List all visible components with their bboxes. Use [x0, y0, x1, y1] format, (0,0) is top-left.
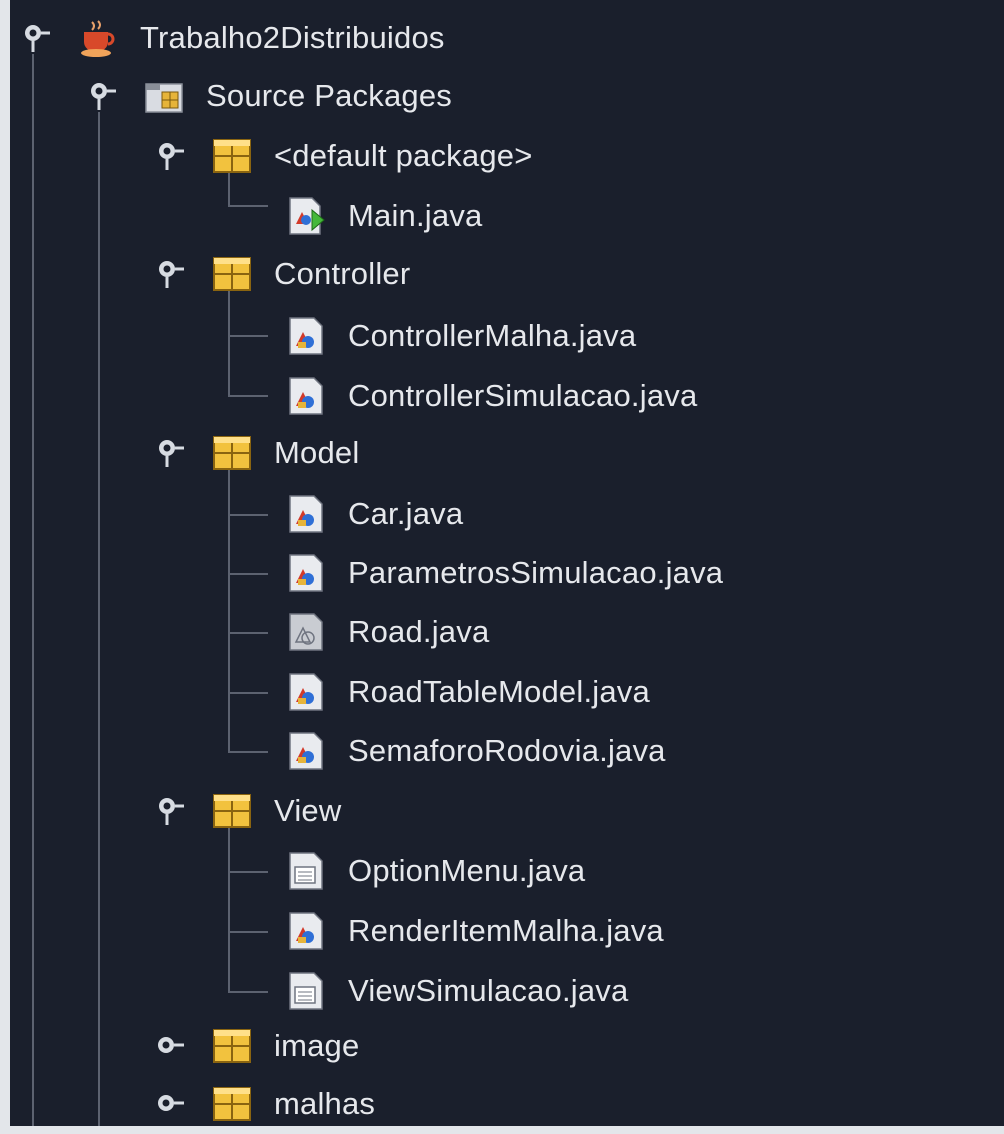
expand-handle-icon[interactable] [154, 1088, 184, 1118]
java-form-icon [289, 972, 323, 1010]
file-label: Main.java [348, 198, 483, 233]
tree-node-file[interactable]: RoadTableModel.java [286, 664, 650, 720]
tree-connector [228, 751, 268, 753]
package-icon [213, 139, 251, 173]
tree-node-file[interactable]: SemaforoRodovia.java [286, 723, 666, 779]
file-label: OptionMenu.java [348, 853, 586, 888]
package-icon [213, 794, 251, 828]
tree-node-project[interactable]: Trabalho2Distribuidos [78, 10, 445, 66]
java-class-icon [289, 495, 323, 533]
tree-connector [228, 991, 268, 993]
package-label: malhas [274, 1086, 376, 1121]
java-class-gray-icon [289, 613, 323, 651]
file-label: ViewSimulacao.java [348, 973, 629, 1008]
collapse-handle-icon[interactable] [154, 258, 184, 288]
file-label: Car.java [348, 496, 464, 531]
tree-node-package[interactable]: Controller [212, 246, 410, 302]
package-label: Model [274, 435, 360, 470]
package-label: image [274, 1028, 360, 1063]
collapse-handle-icon[interactable] [154, 437, 184, 467]
source-packages-folder-icon [145, 83, 183, 113]
collapse-handle-icon[interactable] [154, 795, 184, 825]
tree-guide-line [98, 112, 100, 1126]
java-class-icon [289, 732, 323, 770]
collapse-handle-icon[interactable] [20, 22, 50, 52]
source-packages-label: Source Packages [206, 78, 452, 113]
tree-connector [228, 514, 268, 516]
java-class-icon [289, 673, 323, 711]
package-icon [213, 1087, 251, 1121]
file-label: RenderItemMalha.java [348, 913, 664, 948]
tree-node-package[interactable]: malhas [212, 1076, 375, 1126]
java-main-class-icon [289, 197, 325, 235]
tree-connector [228, 871, 268, 873]
package-icon [213, 1029, 251, 1063]
package-icon [213, 436, 251, 470]
tree-guide-line [228, 826, 230, 992]
tree-node-file[interactable]: ControllerMalha.java [286, 308, 636, 364]
package-icon [213, 257, 251, 291]
tree-node-file[interactable]: ControllerSimulacao.java [286, 368, 697, 424]
file-label: RoadTableModel.java [348, 674, 650, 709]
file-label: SemaforoRodovia.java [348, 733, 666, 768]
java-class-icon [289, 912, 323, 950]
tree-connector [228, 205, 268, 207]
tree-node-package[interactable]: <default package> [212, 128, 533, 184]
java-class-icon [289, 554, 323, 592]
tree-node-file[interactable]: ViewSimulacao.java [286, 963, 628, 1019]
java-form-icon [289, 852, 323, 890]
tree-node-package[interactable]: View [212, 783, 341, 839]
file-label: ParametrosSimulacao.java [348, 555, 724, 590]
tree-guide-line [228, 468, 230, 752]
tree-node-file[interactable]: Car.java [286, 486, 463, 542]
java-class-icon [289, 377, 323, 415]
tree-guide-line [32, 54, 34, 1126]
file-label: Road.java [348, 614, 490, 649]
tree-node-file[interactable]: Main.java [286, 188, 482, 244]
tree-guide-line [228, 290, 230, 396]
file-label: ControllerMalha.java [348, 318, 637, 353]
tree-node-source-packages[interactable]: Source Packages [144, 68, 452, 124]
collapse-handle-icon[interactable] [86, 80, 116, 110]
tree-connector [228, 573, 268, 575]
tree-node-file[interactable]: RenderItemMalha.java [286, 903, 664, 959]
package-label: <default package> [274, 138, 533, 173]
java-project-cup-icon [81, 20, 115, 57]
tree-node-file[interactable]: Road.java [286, 604, 489, 660]
tree-connector [228, 931, 268, 933]
project-tree: Trabalho2Distribuidos Source Packages <d… [10, 0, 1004, 1126]
package-label: View [274, 793, 342, 828]
tree-connector [228, 335, 268, 337]
package-label: Controller [274, 256, 411, 291]
tree-node-package[interactable]: image [212, 1018, 359, 1074]
tree-connector [228, 395, 268, 397]
java-class-icon [289, 317, 323, 355]
tree-node-file[interactable]: ParametrosSimulacao.java [286, 545, 723, 601]
collapse-handle-icon[interactable] [154, 140, 184, 170]
expand-handle-icon[interactable] [154, 1030, 184, 1060]
tree-connector [228, 632, 268, 634]
tree-connector [228, 692, 268, 694]
tree-node-package[interactable]: Model [212, 425, 359, 481]
file-label: ControllerSimulacao.java [348, 378, 698, 413]
tree-node-file[interactable]: OptionMenu.java [286, 843, 585, 899]
project-label: Trabalho2Distribuidos [140, 20, 445, 55]
